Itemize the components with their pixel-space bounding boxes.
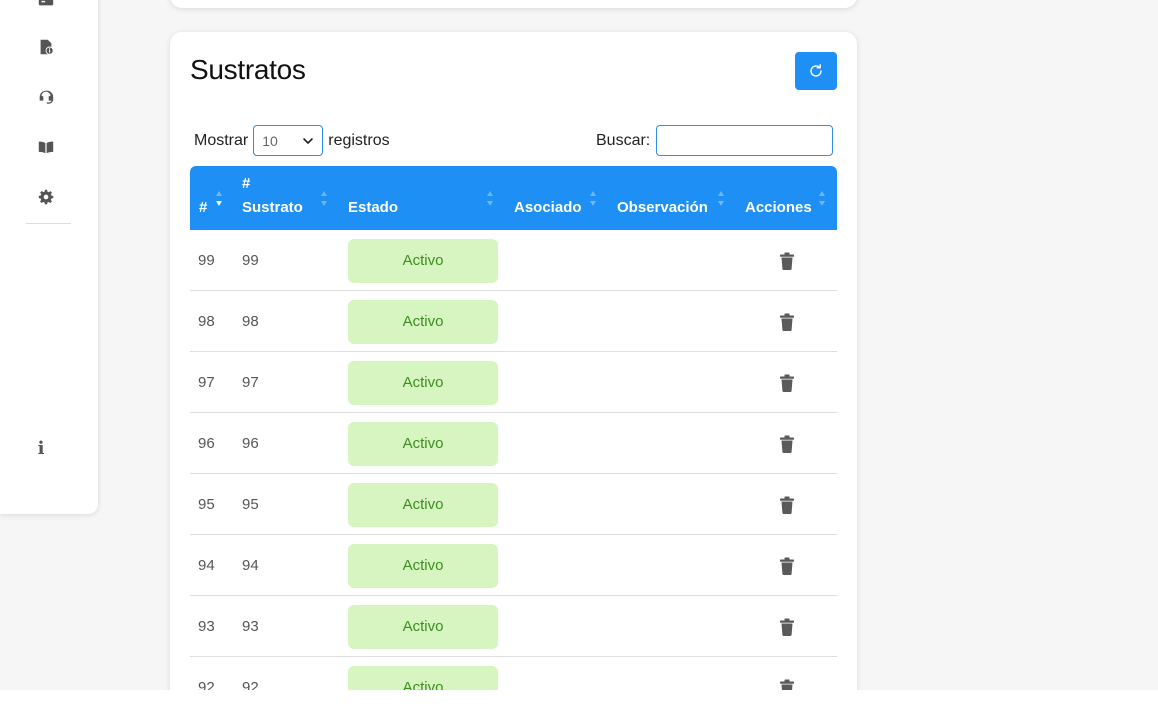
status-badge: Activo [348,482,498,527]
table-row: 99 99 Activo [190,230,837,291]
refresh-button[interactable] [795,52,837,90]
previous-card [170,0,857,8]
trash-icon[interactable] [779,435,795,453]
substrates-card: Sustratos Mostrar 10 registros Buscar: # [170,32,857,690]
cell-sustrato: 92 [242,679,259,690]
sort-desc-icon [216,191,222,206]
records-label: registros [328,131,390,149]
trash-icon[interactable] [779,252,795,270]
column-header-asociado[interactable]: Asociado [514,166,582,230]
cell-sustrato: 98 [242,313,259,330]
sort-both-icon [321,191,327,206]
status-badge: Activo [348,299,498,344]
status-badge: Activo [348,543,498,588]
cell-estado: Activo [348,413,498,474]
info-icon[interactable]: i [34,437,48,461]
show-label: Mostrar [194,131,249,149]
table-row: 93 93 Activo [190,596,837,657]
cell-estado: Activo [348,291,498,352]
cell-sustrato: 99 [242,252,259,269]
book-icon[interactable] [34,135,58,159]
cell-acciones [779,474,795,535]
cell-acciones [779,657,795,690]
trash-icon[interactable] [779,618,795,636]
search-input[interactable] [656,125,834,156]
cell-id: 94 [198,557,215,574]
page-title: Sustratos [190,54,306,85]
page-size-select[interactable]: 10 [253,125,324,156]
status-badge: Activo [348,421,498,466]
table-header: # # Sustrato Estado Asociado Observación [190,166,837,230]
column-header-sustrato[interactable]: # Sustrato [242,166,312,230]
cell-id: 97 [198,374,215,391]
id-card-icon[interactable] [34,0,58,12]
column-header-observacion[interactable]: Observación [617,166,708,230]
search-control: Buscar: [596,125,834,156]
page-size-value: 10 [262,132,278,149]
page-length-control: Mostrar 10 registros [194,125,390,156]
cell-sustrato: 95 [242,496,259,513]
sort-both-icon [590,191,596,206]
trash-icon[interactable] [779,557,795,575]
bottom-strip [0,690,1158,706]
cell-sustrato: 93 [242,618,259,635]
status-badge: Activo [348,238,498,283]
table-row: 96 96 Activo [190,413,837,474]
substrates-table: # # Sustrato Estado Asociado Observación [190,166,837,690]
trash-icon[interactable] [779,374,795,392]
headset-icon[interactable] [34,85,58,109]
cell-id: 96 [198,435,215,452]
cell-estado: Activo [348,230,498,291]
cell-id: 95 [198,496,215,513]
column-header-estado[interactable]: Estado [348,166,398,230]
cell-estado: Activo [348,352,498,413]
cell-id: 92 [198,679,215,690]
cell-estado: Activo [348,657,498,690]
sort-both-icon [718,191,724,206]
status-badge: Activo [348,360,498,405]
cell-id: 93 [198,618,215,635]
sidebar: i [0,0,98,514]
table-row: 97 97 Activo [190,352,837,413]
sort-both-icon [819,191,825,206]
cell-acciones [779,291,795,352]
table-row: 98 98 Activo [190,291,837,352]
status-badge: Activo [348,665,498,690]
sidebar-divider [26,223,71,224]
trash-icon[interactable] [779,496,795,514]
column-header-id[interactable]: # [199,166,207,230]
cell-id: 98 [198,313,215,330]
table-row: 95 95 Activo [190,474,837,535]
cell-estado: Activo [348,474,498,535]
search-label: Buscar: [596,131,651,149]
viewport: i Sustratos Mostrar 10 registros Buscar: [0,0,1158,690]
refresh-icon [810,64,822,77]
cell-sustrato: 94 [242,557,259,574]
table-row: 92 92 Activo [190,657,837,690]
status-badge: Activo [348,604,498,649]
cell-estado: Activo [348,596,498,657]
gear-icon[interactable] [34,185,58,209]
trash-icon[interactable] [779,679,795,690]
cell-acciones [779,596,795,657]
trash-icon[interactable] [779,313,795,331]
cell-sustrato: 96 [242,435,259,452]
cell-estado: Activo [348,535,498,596]
table-row: 94 94 Activo [190,535,837,596]
cell-acciones [779,413,795,474]
cell-acciones [779,535,795,596]
sort-both-icon [487,191,493,206]
column-header-acciones[interactable]: Acciones [745,166,812,230]
table-body: 99 99 Activo 98 98 Activo 97 97 Activo 96 96 Activo… [190,230,837,690]
cell-id: 99 [198,252,215,269]
chevron-down-icon [303,137,314,144]
cell-sustrato: 97 [242,374,259,391]
cell-acciones [779,230,795,291]
cell-acciones [779,352,795,413]
file-info-icon[interactable] [34,35,58,59]
